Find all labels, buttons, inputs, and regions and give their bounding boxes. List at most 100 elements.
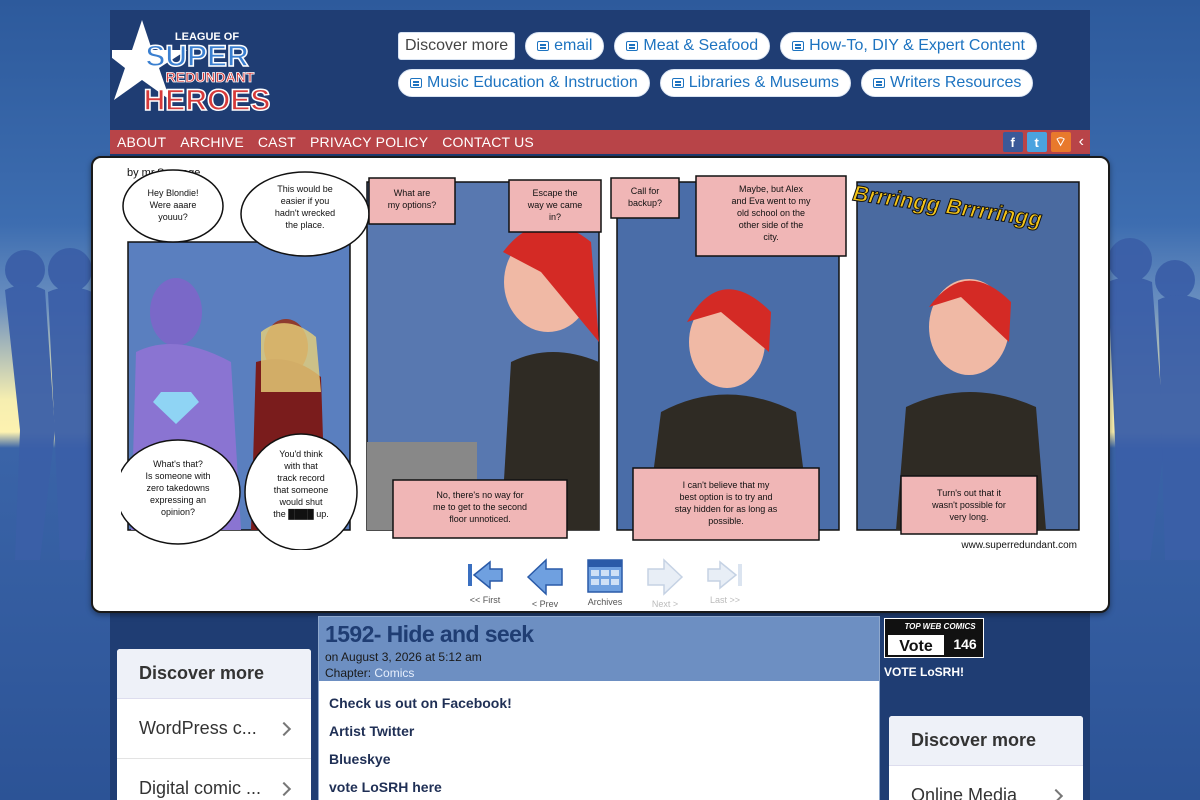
bluesky-link[interactable]: Blueskye <box>329 751 869 767</box>
svg-text:What are: What are <box>394 188 431 198</box>
svg-text:would shut: would shut <box>278 497 323 507</box>
svg-text:wasn't possible for: wasn't possible for <box>931 500 1006 510</box>
vote-link[interactable]: vote LoSRH here <box>329 779 869 795</box>
svg-text:way we came: way we came <box>527 200 583 210</box>
svg-text:the ████ up.: the ████ up. <box>273 508 329 520</box>
post-header: 1592- Hide and seek on August 3, 2026 at… <box>319 617 879 681</box>
svg-text:HEROES: HEROES <box>144 84 271 117</box>
first-comic-button[interactable]: << First <box>463 558 507 609</box>
svg-text:stay hidden for as long as: stay hidden for as long as <box>675 504 778 514</box>
left-discover-card: Discover more WordPress c... Digital com… <box>117 649 311 800</box>
nav-archive[interactable]: ARCHIVE <box>180 134 244 150</box>
nav-about[interactable]: ABOUT <box>117 134 166 150</box>
site-logo[interactable]: LEAGUE OF SUPER REDUNDANT HEROES <box>112 20 272 120</box>
facebook-icon[interactable]: f <box>1002 132 1023 152</box>
discover-tags: Discover more email Meat & Seafood How-T… <box>398 32 1078 106</box>
svg-text:best option is to try and: best option is to try and <box>679 492 772 502</box>
svg-text:zero takedowns: zero takedowns <box>146 483 210 493</box>
article-icon <box>792 41 805 51</box>
svg-text:No, there's no way for: No, there's no way for <box>436 490 523 500</box>
prev-comic-button[interactable]: < Prev <box>523 558 567 609</box>
svg-text:track record: track record <box>277 473 325 483</box>
svg-text:TOP WEB COMICS: TOP WEB COMICS <box>904 622 976 631</box>
nav-cast[interactable]: CAST <box>258 134 296 150</box>
svg-text:other side of the: other side of the <box>739 220 804 230</box>
discover-more-label: Discover more <box>398 32 516 60</box>
tag-music-education[interactable]: Music Education & Instruction <box>398 69 650 97</box>
twitter-icon[interactable]: t <box>1026 132 1047 152</box>
post-body: Check us out on Facebook! Artist Twitter… <box>319 681 879 800</box>
top-web-comics-badge[interactable]: TOP WEB COMICS Vote 146 <box>883 617 985 659</box>
next-arrow-icon <box>647 558 684 596</box>
article-icon <box>626 41 639 51</box>
svg-text:You'd think: You'd think <box>279 449 323 459</box>
svg-text:146: 146 <box>953 636 977 652</box>
main-nav: ABOUT ARCHIVE CAST PRIVACY POLICY CONTAC… <box>110 130 1090 154</box>
last-arrow-icon <box>707 560 742 590</box>
article-icon <box>537 41 550 51</box>
nav-privacy-policy[interactable]: PRIVACY POLICY <box>310 134 428 150</box>
svg-text:possible.: possible. <box>708 516 744 526</box>
svg-text:Hey Blondie!: Hey Blondie! <box>147 188 198 198</box>
tag-how-to[interactable]: How-To, DIY & Expert Content <box>780 32 1037 60</box>
svg-text:easier if you: easier if you <box>281 196 330 206</box>
next-comic-button: Next > <box>643 558 687 609</box>
right-discover-title: Discover more <box>889 716 1083 766</box>
left-discover-title: Discover more <box>117 649 311 699</box>
svg-text:Escape the: Escape the <box>532 188 577 198</box>
svg-text:floor unnoticed.: floor unnoticed. <box>449 514 511 524</box>
svg-text:the place.: the place. <box>285 220 324 230</box>
article-icon <box>410 78 422 88</box>
rss-icon[interactable]: ⌔ <box>1050 132 1071 152</box>
svg-text:with that: with that <box>283 461 318 471</box>
vote-caption[interactable]: VOTE LoSRH! <box>884 665 984 679</box>
post-chapter: Chapter: Comics <box>325 666 415 680</box>
chapter-link[interactable]: Comics <box>374 666 414 680</box>
tag-writers-resources[interactable]: Writers Resources <box>861 69 1034 97</box>
archive-grid-icon <box>587 559 623 593</box>
svg-text:that someone: that someone <box>274 485 329 495</box>
artist-twitter-link[interactable]: Artist Twitter <box>329 723 869 739</box>
post-date: on August 3, 2026 at 5:12 am <box>325 650 482 664</box>
post-title[interactable]: 1592- Hide and seek <box>325 621 873 648</box>
left-discover-item-2[interactable]: Digital comic ... <box>117 759 311 800</box>
svg-text:REDUNDANT: REDUNDANT <box>166 69 255 85</box>
comic-url: www.superredundant.com <box>960 540 1077 550</box>
last-comic-button: Last >> <box>703 558 747 609</box>
tag-email[interactable]: email <box>525 32 605 60</box>
comic-navigation: << First < Prev Archives Next > Last >> <box>463 558 747 609</box>
svg-text:and Eva went to my: and Eva went to my <box>731 196 811 206</box>
chevron-left-icon[interactable]: ‹ <box>1079 133 1084 151</box>
svg-text:my options?: my options? <box>388 200 437 210</box>
svg-text:in?: in? <box>549 212 561 222</box>
svg-text:opinion?: opinion? <box>161 507 195 517</box>
right-discover-card: Discover more Online Media <box>889 716 1083 800</box>
left-discover-item-1[interactable]: WordPress c... <box>117 699 311 759</box>
svg-text:Turn's out that it: Turn's out that it <box>937 488 1001 498</box>
nav-contact-us[interactable]: CONTACT US <box>442 134 534 150</box>
svg-text:Call for: Call for <box>631 186 660 196</box>
svg-text:Maybe, but Alex: Maybe, but Alex <box>739 184 804 194</box>
tag-libraries-museums[interactable]: Libraries & Museums <box>659 69 852 97</box>
svg-text:I can't believe that my: I can't believe that my <box>683 480 770 490</box>
svg-text:This would be: This would be <box>277 184 333 194</box>
article-icon <box>873 78 886 88</box>
svg-text:What's that?: What's that? <box>153 459 203 469</box>
vote-widget: TOP WEB COMICS Vote 146 VOTE LoSRH! <box>883 617 985 679</box>
site-header: LEAGUE OF SUPER REDUNDANT HEROES Discove… <box>110 10 1090 130</box>
svg-text:hadn't wrecked: hadn't wrecked <box>275 208 335 218</box>
svg-text:Were aaare: Were aaare <box>150 200 197 210</box>
article-icon <box>671 78 684 88</box>
chevron-right-icon <box>1048 788 1064 800</box>
right-discover-item-1[interactable]: Online Media <box>889 766 1083 800</box>
svg-text:youuu?: youuu? <box>158 212 188 222</box>
svg-text:me to get to the second: me to get to the second <box>433 502 527 512</box>
archives-button[interactable]: Archives <box>583 558 627 609</box>
first-arrow-icon <box>468 560 503 590</box>
svg-text:very long.: very long. <box>949 512 988 522</box>
chevron-right-icon <box>276 721 292 736</box>
chevron-right-icon <box>276 781 292 796</box>
facebook-link[interactable]: Check us out on Facebook! <box>329 695 869 711</box>
comic-container: by mr.Sausage <box>91 156 1110 613</box>
tag-meat-seafood[interactable]: Meat & Seafood <box>614 32 771 60</box>
